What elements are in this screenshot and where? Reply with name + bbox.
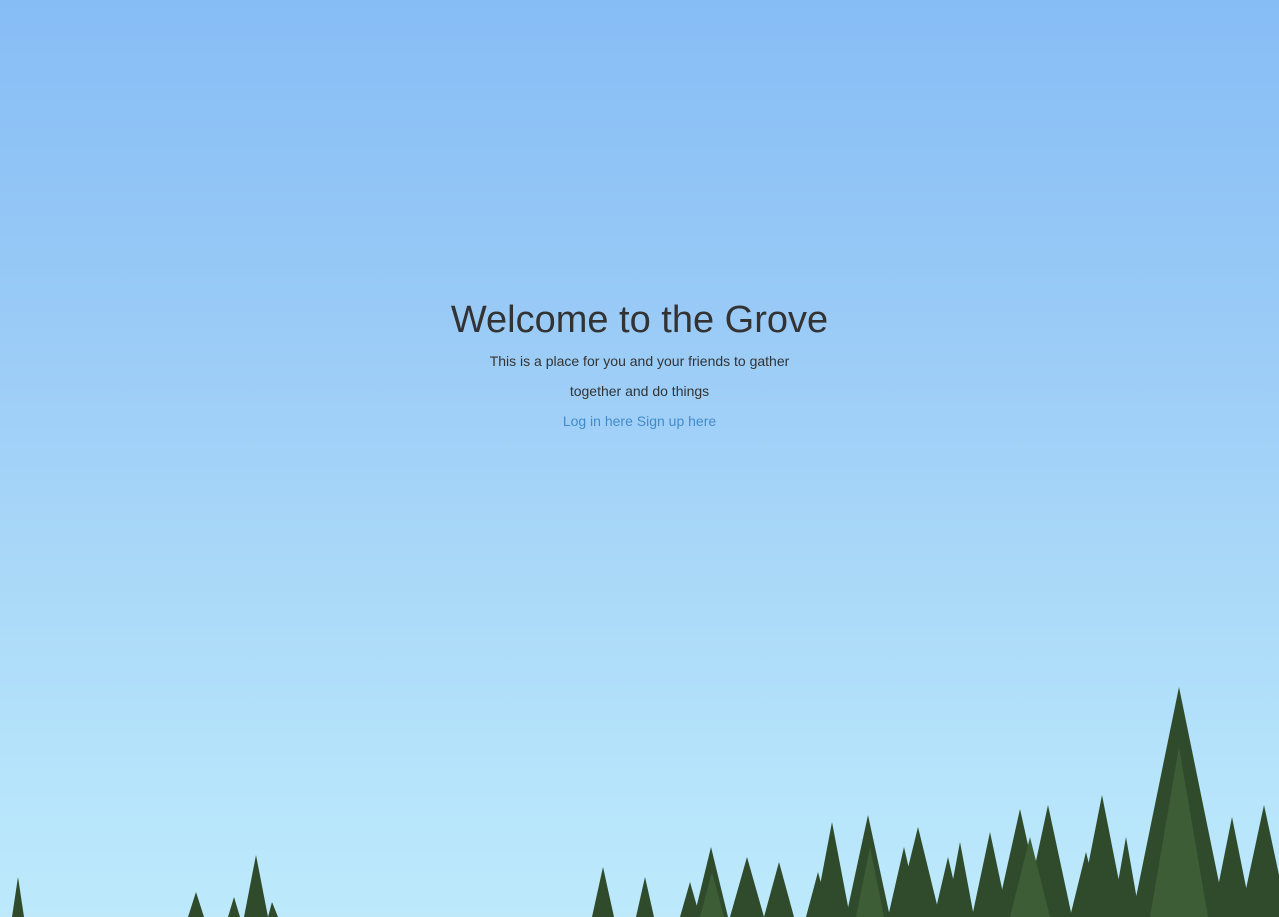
tagline-text: This is a place for you and your friends… <box>489 353 790 399</box>
signup-link[interactable]: Sign up here <box>637 413 716 429</box>
hero-section: Welcome to the Grove This is a place for… <box>0 298 1279 436</box>
forest-treeline-image <box>12 687 1279 917</box>
login-link[interactable]: Log in here <box>563 413 633 429</box>
page-title: Welcome to the Grove <box>450 299 829 341</box>
auth-links: Log in here Sign up here <box>0 406 1279 436</box>
